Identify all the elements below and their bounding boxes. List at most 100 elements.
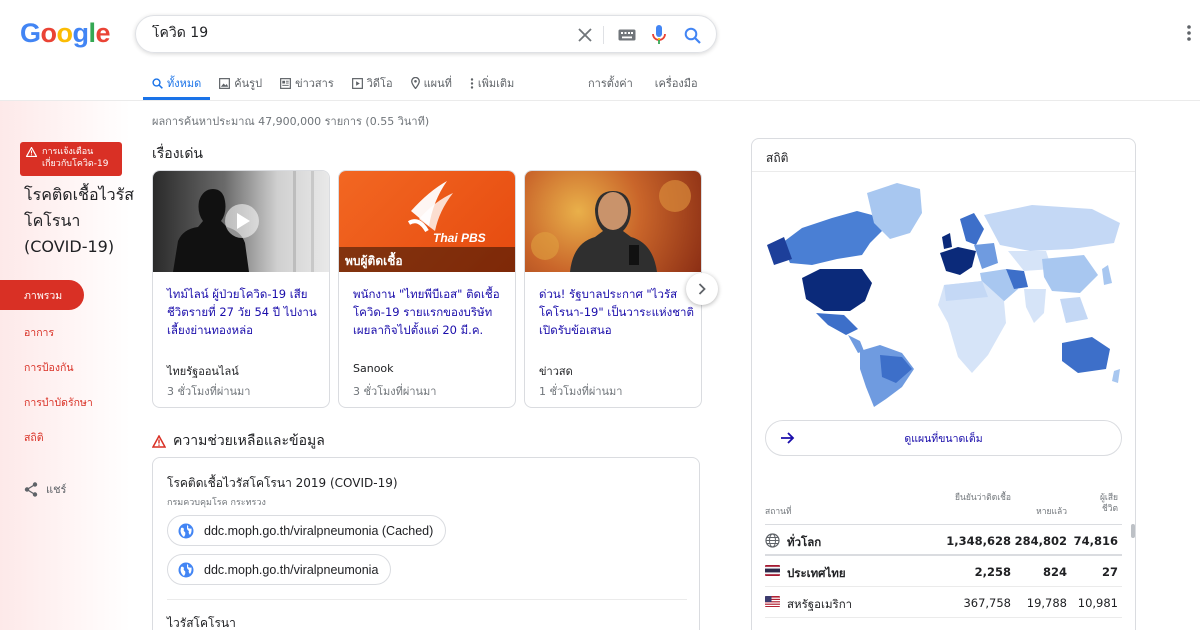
share-icon (24, 481, 38, 497)
table-row[interactable]: ประเทศไทย 2,258 824 27 (765, 556, 1122, 587)
header-divider (0, 100, 1200, 101)
tab-images[interactable]: ค้นรูป (210, 66, 271, 100)
clear-icon[interactable] (574, 24, 596, 46)
nav-item-statistics[interactable]: สถิติ (0, 420, 130, 455)
col-header-confirmed: ยืนยันว่าติดเชื้อ (955, 493, 1011, 503)
more-vert-icon[interactable] (1186, 24, 1192, 44)
search-tabs: ทั้งหมด ค้นรูป ข่าวสาร วิดีโอ แผนที่ เพิ… (143, 66, 523, 100)
globe-icon (178, 562, 194, 577)
carousel-next-button[interactable] (686, 273, 718, 305)
tab-videos[interactable]: วิดีโอ (343, 66, 402, 100)
google-logo[interactable]: Google (20, 18, 111, 49)
statistics-title: สถิติ (766, 151, 789, 165)
table-header: สถานที่ ยืนยันว่าติดเชื้อ หายแล้ว ผู้เสี… (765, 493, 1122, 525)
col-header-deaths: ผู้เสียชีวิต (1099, 493, 1118, 514)
map-region-western-europe (940, 247, 976, 275)
share-label: แชร์ (46, 483, 67, 496)
row-recovered: 284,802 (1014, 534, 1067, 548)
story-source: Sanook (353, 362, 394, 375)
search-icon[interactable] (681, 24, 703, 46)
map-region-australia (1062, 337, 1110, 373)
row-confirmed: 1,348,628 (946, 534, 1011, 548)
patient-silhouette-image (173, 171, 314, 272)
result-stats: ผลการค้นหาประมาณ 47,900,000 รายการ (0.55… (152, 115, 430, 128)
help-section-title: ความช่วยเหลือและข้อมูล (173, 433, 325, 449)
table-scrollbar[interactable] (1131, 524, 1135, 538)
tab-label: เพิ่มเติม (477, 77, 515, 90)
more-vert-icon (470, 77, 474, 89)
help-next-title[interactable]: ไวรัสโคโรนา (167, 614, 236, 630)
row-confirmed: 367,758 (963, 596, 1011, 610)
table-row[interactable]: ทั่วโลก 1,348,628 284,802 74,816 (765, 525, 1122, 556)
warning-icon (26, 147, 37, 157)
thaipbs-logo-text: Thai PBS (433, 231, 486, 245)
story-source: ไทยรัฐออนไลน์ (167, 365, 239, 378)
share-button[interactable]: แชร์ (24, 480, 66, 498)
story-thumbnail: Thai PBS พบผู้ติดเชื้อ (339, 171, 515, 272)
map-region-russia (984, 205, 1120, 251)
tools-link[interactable]: เครื่องมือ (655, 74, 698, 92)
story-headline[interactable]: ไทม์ไลน์ ผู้ป่วยโควิด-19 เสียชีวิตรายที่… (167, 285, 323, 339)
search-divider (603, 26, 604, 44)
speaker-photo-image (531, 180, 691, 272)
video-icon (351, 77, 363, 89)
row-recovered: 19,788 (1026, 596, 1067, 610)
microphone-icon[interactable] (648, 24, 670, 46)
map-region-new-zealand (1112, 369, 1120, 383)
map-region-southeast-asia (1060, 297, 1088, 323)
row-name: ทั่วโลก (787, 535, 822, 549)
row-deaths: 10,981 (1077, 596, 1118, 610)
tab-news[interactable]: ข่าวสาร (271, 66, 343, 100)
tab-more[interactable]: เพิ่มเติม (461, 66, 523, 100)
view-full-map-button[interactable]: ดูแผนที่ขนาดเต็ม (765, 420, 1122, 456)
link-chip-label: ddc.moph.go.th/viralpneumonia (204, 562, 379, 577)
nav-item-prevention[interactable]: การป้องกัน (0, 350, 130, 385)
link-chip[interactable]: ddc.moph.go.th/viralpneumonia (167, 554, 392, 585)
map-pin-icon (410, 77, 420, 89)
thailand-flag-icon (765, 565, 780, 576)
link-chip[interactable]: ddc.moph.go.th/viralpneumonia (Cached) (167, 515, 447, 546)
story-headline[interactable]: ด่วน! รัฐบาลประกาศ "ไวรัสโคโรนา-19" เป็น… (539, 285, 695, 339)
warning-icon (152, 434, 166, 448)
link-chip-label: ddc.moph.go.th/viralpneumonia (Cached) (204, 523, 434, 538)
thumbnail-caption: พบผู้ติดเชื้อ (345, 254, 403, 268)
table-row[interactable]: สหรัฐอเมริกา 367,758 19,788 10,981 (765, 587, 1122, 618)
tab-maps[interactable]: แผนที่ (402, 66, 461, 100)
help-divider (167, 599, 687, 600)
nav-item-treatment[interactable]: การบำบัดรักษา (0, 385, 130, 420)
search-box[interactable] (135, 15, 717, 53)
story-thumbnail (153, 171, 329, 272)
help-card-subtitle: กรมควบคุมโรค กระทรวง (167, 498, 266, 508)
tab-all[interactable]: ทั้งหมด (143, 66, 211, 100)
nav-item-overview[interactable]: ภาพรวม (0, 280, 84, 310)
image-icon (219, 77, 231, 89)
settings-link[interactable]: การตั้งค่า (588, 74, 633, 92)
knowledge-panel-title: โรคติดเชื้อไวรัสโคโรนา (COVID-19) (24, 185, 134, 256)
left-nav: ภาพรวม อาการ การป้องกัน การบำบัดรักษา สถ… (0, 280, 130, 455)
world-map[interactable] (762, 173, 1127, 407)
help-section-header: ความช่วยเหลือและข้อมูล (152, 430, 325, 452)
story-time: 3 ชั่วโมงที่ผ่านมา (353, 385, 437, 398)
globe-icon (178, 523, 194, 538)
statistics-panel: สถิติ ดูแผนที่ขนาดเต็ม สถานที่ ยืนยันว่า… (751, 138, 1136, 630)
tab-label: ทั้งหมด (167, 77, 202, 90)
story-card[interactable]: Thai PBS พบผู้ติดเชื้อ พนักงาน "ไทยพีบีเ… (338, 170, 516, 408)
map-region-canada (782, 211, 882, 265)
keyboard-icon[interactable] (616, 24, 638, 46)
statistics-divider (752, 171, 1135, 172)
tab-label: ค้นรูป (234, 77, 263, 90)
news-icon (280, 77, 292, 89)
nav-item-symptoms[interactable]: อาการ (0, 315, 130, 350)
row-name: สหรัฐอเมริกา (787, 597, 853, 611)
story-time: 1 ชั่วโมงที่ผ่านมา (539, 385, 623, 398)
story-card[interactable]: ด่วน! รัฐบาลประกาศ "ไวรัสโคโรนา-19" เป็น… (524, 170, 702, 408)
search-input[interactable] (152, 25, 552, 41)
map-region-japan (1102, 265, 1112, 285)
story-headline[interactable]: พนักงาน "ไทยพีบีเอส" ติดเชื้อโควิด-19 รา… (353, 285, 509, 339)
story-card[interactable]: ไทม์ไลน์ ผู้ป่วยโควิด-19 เสียชีวิตรายที่… (152, 170, 330, 408)
globe-icon (765, 533, 780, 548)
story-thumbnail (525, 171, 701, 272)
help-card-title[interactable]: โรคติดเชื้อไวรัสโคโรนา 2019 (COVID-19) (167, 474, 398, 493)
covid-alert-badge[interactable]: การแจ้งเตือน เกี่ยวกับโควิด-19 (20, 142, 122, 176)
search-icon (152, 77, 163, 89)
